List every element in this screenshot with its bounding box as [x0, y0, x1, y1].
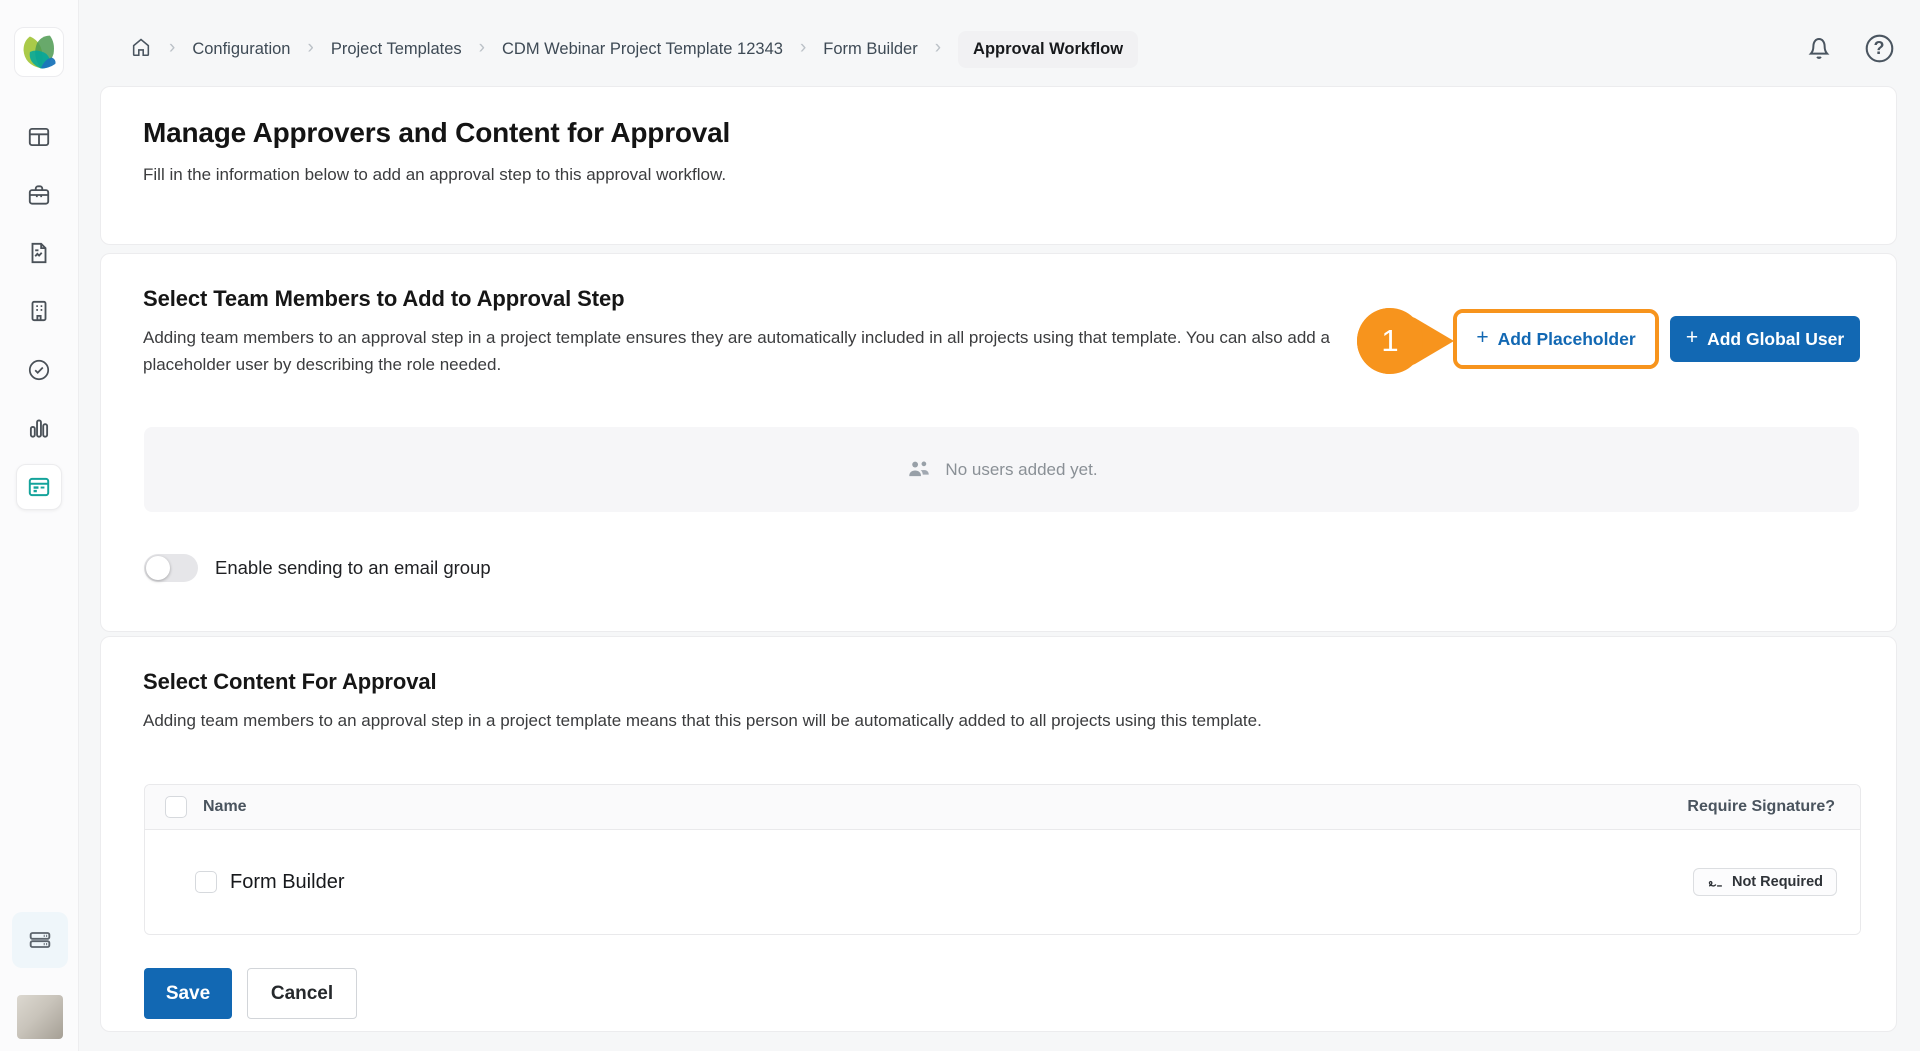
annotation-step-marker: 1 [1357, 307, 1457, 375]
building-icon [26, 298, 52, 324]
breadcrumb: › Configuration › Project Templates › CD… [130, 30, 1138, 68]
email-group-toggle[interactable] [144, 554, 198, 582]
team-desc-line2: placeholder user by describing the role … [143, 355, 501, 374]
email-group-toggle-label: Enable sending to an email group [215, 557, 491, 579]
empty-state-text: No users added yet. [945, 460, 1097, 480]
breadcrumb-project-templates[interactable]: Project Templates [331, 40, 462, 59]
team-section-title: Select Team Members to Add to Approval S… [143, 286, 624, 312]
logo-icon [19, 32, 59, 72]
sidebar-item-approvals[interactable] [16, 347, 62, 393]
page-title: Manage Approvers and Content for Approva… [143, 117, 730, 149]
app-logo[interactable] [14, 27, 64, 77]
sidebar-item-documents[interactable] [16, 230, 62, 276]
sidebar-item-dashboard[interactable] [16, 114, 62, 160]
content-section-title: Select Content For Approval [143, 669, 437, 695]
breadcrumb-home[interactable] [130, 36, 152, 63]
breadcrumb-approval-workflow: Approval Workflow [958, 31, 1138, 68]
content-section-description: Adding team members to an approval step … [143, 707, 1262, 734]
briefcase-icon [26, 182, 52, 208]
table-row: Form Builder Not Required [145, 830, 1860, 934]
notifications-button[interactable] [1802, 31, 1836, 65]
chevron-right-icon: › [307, 37, 313, 59]
user-avatar[interactable] [17, 995, 63, 1039]
team-desc-line1: Adding team members to an approval step … [143, 328, 1330, 347]
dashboard-icon [26, 124, 52, 150]
column-header-name: Name [203, 798, 247, 816]
signature-status-badge[interactable]: Not Required [1693, 868, 1837, 896]
sidebar-item-form-templates[interactable] [16, 464, 62, 510]
users-group-icon [905, 456, 932, 483]
no-users-empty-state: No users added yet. [144, 427, 1859, 512]
home-icon [130, 36, 152, 58]
bar-chart-icon [26, 415, 52, 441]
sidebar-item-organization[interactable] [16, 288, 62, 334]
add-global-user-button[interactable]: + Add Global User [1670, 316, 1860, 362]
add-placeholder-button[interactable]: + Add Placeholder [1457, 313, 1655, 365]
chevron-right-icon: › [169, 37, 175, 59]
toggle-knob [146, 556, 170, 580]
row-checkbox[interactable] [195, 871, 217, 893]
chevron-right-icon: › [800, 37, 806, 59]
email-group-toggle-row: Enable sending to an email group [144, 554, 491, 582]
team-section-description: Adding team members to an approval step … [143, 324, 1330, 378]
content-table: Name Require Signature? Form Builder Not… [144, 784, 1861, 935]
add-global-user-label: Add Global User [1707, 329, 1844, 350]
signature-pen-icon [1707, 874, 1724, 891]
question-glyph: ? [1874, 38, 1885, 59]
sidebar-item-servers[interactable] [12, 912, 68, 968]
select-all-checkbox[interactable] [165, 796, 187, 818]
plus-icon: + [1686, 326, 1698, 350]
annotation-highlight-box: + Add Placeholder [1453, 309, 1659, 369]
help-button[interactable]: ? [1862, 31, 1896, 65]
cancel-button[interactable]: Cancel [247, 968, 357, 1019]
add-placeholder-label: Add Placeholder [1498, 329, 1636, 350]
breadcrumb-form-builder[interactable]: Form Builder [823, 40, 917, 59]
forms-icon [26, 474, 52, 500]
plus-icon: + [1476, 326, 1488, 350]
row-name: Form Builder [230, 871, 344, 894]
sidebar-item-projects[interactable] [16, 172, 62, 218]
sidebar-item-reports[interactable] [16, 405, 62, 451]
chevron-right-icon: › [479, 37, 485, 59]
chevron-right-icon: › [935, 37, 941, 59]
servers-icon [26, 926, 54, 954]
document-icon [26, 240, 52, 266]
content-approval-card: Select Content For Approval Adding team … [100, 636, 1897, 1032]
content-table-header: Name Require Signature? [145, 785, 1860, 830]
column-header-signature: Require Signature? [1687, 798, 1835, 816]
annotation-step-number: 1 [1357, 307, 1423, 375]
team-members-card: Select Team Members to Add to Approval S… [100, 253, 1897, 632]
signature-badge-label: Not Required [1732, 874, 1823, 890]
sidebar [0, 0, 79, 1051]
breadcrumb-template-name[interactable]: CDM Webinar Project Template 12343 [502, 40, 783, 59]
topbar-actions: ? [1802, 31, 1896, 65]
check-circle-icon [26, 357, 52, 383]
page-subtitle: Fill in the information below to add an … [143, 165, 726, 185]
bell-icon [1804, 33, 1834, 63]
breadcrumb-configuration[interactable]: Configuration [192, 40, 290, 59]
page-header-card: Manage Approvers and Content for Approva… [100, 86, 1897, 245]
save-button[interactable]: Save [144, 968, 232, 1019]
